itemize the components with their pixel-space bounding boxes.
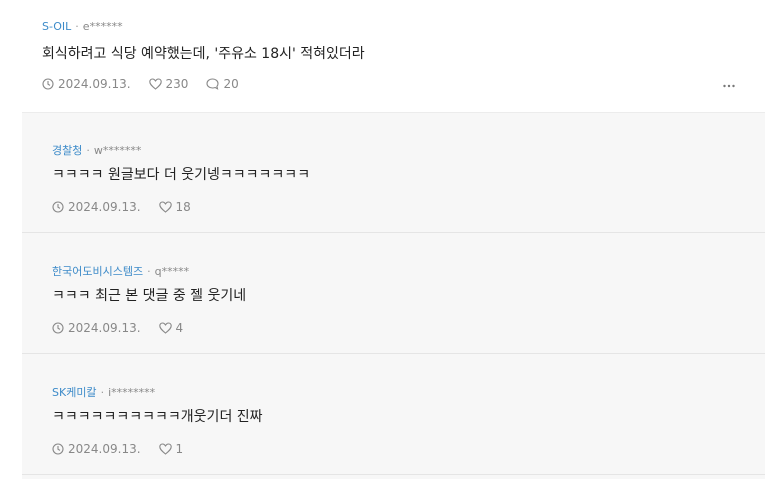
- like-count: 230: [165, 77, 189, 91]
- company-name[interactable]: SK케미칼: [52, 386, 97, 399]
- clock-icon: [52, 322, 64, 334]
- username: i********: [108, 386, 156, 399]
- company-name[interactable]: S-OIL: [42, 20, 71, 33]
- more-horizontal-icon: [723, 84, 735, 88]
- comment-date: 2024.09.13.: [52, 321, 141, 335]
- like-count: 1: [175, 442, 184, 456]
- comment-date: 2024.09.13.: [52, 442, 141, 456]
- comment-text: ㅋㅋㅋㅋ 원글보다 더 웃기넹ㅋㅋㅋㅋㅋㅋㅋ: [52, 167, 311, 183]
- clock-icon: [42, 78, 54, 90]
- post-text: 회식하려고 식당 예약했는데, '주유소 18시' 적혀있더라: [42, 46, 365, 62]
- like-count: 4: [175, 321, 184, 335]
- post: S-OIL · e****** 회식하려고 식당 예약했는데, '주유소 18시' …: [0, 0, 765, 112]
- like-button[interactable]: 4: [158, 321, 184, 335]
- comment-meta: 경찰청 · w*******: [52, 142, 141, 158]
- meta-separator: ·: [147, 265, 151, 278]
- like-button[interactable]: 230: [148, 77, 189, 91]
- username: w*******: [93, 144, 142, 157]
- heart-icon: [158, 322, 172, 334]
- comment-button[interactable]: 20: [206, 77, 239, 91]
- clock-icon: [52, 443, 64, 455]
- date-text: 2024.09.13.: [58, 77, 131, 91]
- comment-text: ㅋㅋㅋㅋㅋㅋㅋㅋㅋㅋ개웃기더 진짜: [52, 409, 263, 425]
- comment-meta: 한국어도비시스템즈 · q*****: [52, 263, 189, 279]
- like-button[interactable]: 18: [158, 200, 191, 214]
- date-text: 2024.09.13.: [68, 442, 141, 456]
- username: e******: [82, 20, 123, 33]
- company-name[interactable]: 경찰청: [52, 144, 82, 157]
- heart-icon: [148, 78, 162, 90]
- date-text: 2024.09.13.: [68, 200, 141, 214]
- comment-item: 경찰청 · w******* ㅋㅋㅋㅋ 원글보다 더 웃기넹ㅋㅋㅋㅋㅋㅋㅋ 2024…: [22, 113, 765, 233]
- comment-count: 20: [223, 77, 239, 91]
- meta-separator: ·: [100, 386, 105, 399]
- comment-date: 2024.09.13.: [52, 200, 141, 214]
- like-button[interactable]: 1: [158, 442, 184, 456]
- meta-separator: ·: [75, 20, 79, 33]
- comment-stats: 2024.09.13. 18: [52, 200, 209, 214]
- comment-item: 한국어도비시스템즈 · q***** ㅋㅋㅋ 최근 본 댓글 중 젤 웃기네 202…: [22, 234, 765, 354]
- post-stats: 2024.09.13. 230 20: [42, 77, 257, 91]
- comment-list: 경찰청 · w******* ㅋㅋㅋㅋ 원글보다 더 웃기넹ㅋㅋㅋㅋㅋㅋㅋ 2024…: [22, 112, 765, 479]
- username: q*****: [154, 265, 190, 278]
- post-date: 2024.09.13.: [42, 77, 131, 91]
- comment-meta: SK케미칼 · i********: [52, 384, 155, 400]
- company-name[interactable]: 한국어도비시스템즈: [52, 265, 143, 278]
- comment-stats: 2024.09.13. 1: [52, 442, 201, 456]
- comment-icon: [206, 78, 219, 90]
- comment-text: ㅋㅋㅋ 최근 본 댓글 중 젤 웃기네: [52, 288, 247, 304]
- post-meta: S-OIL · e******: [42, 20, 123, 33]
- more-options-button[interactable]: [723, 76, 735, 92]
- date-text: 2024.09.13.: [68, 321, 141, 335]
- clock-icon: [52, 201, 64, 213]
- meta-separator: ·: [86, 144, 90, 157]
- like-count: 18: [175, 200, 191, 214]
- comment-stats: 2024.09.13. 4: [52, 321, 201, 335]
- comment-item: SK케미칼 · i******** ㅋㅋㅋㅋㅋㅋㅋㅋㅋㅋ개웃기더 진짜 2024.0…: [22, 355, 765, 475]
- heart-icon: [158, 443, 172, 455]
- heart-icon: [158, 201, 172, 213]
